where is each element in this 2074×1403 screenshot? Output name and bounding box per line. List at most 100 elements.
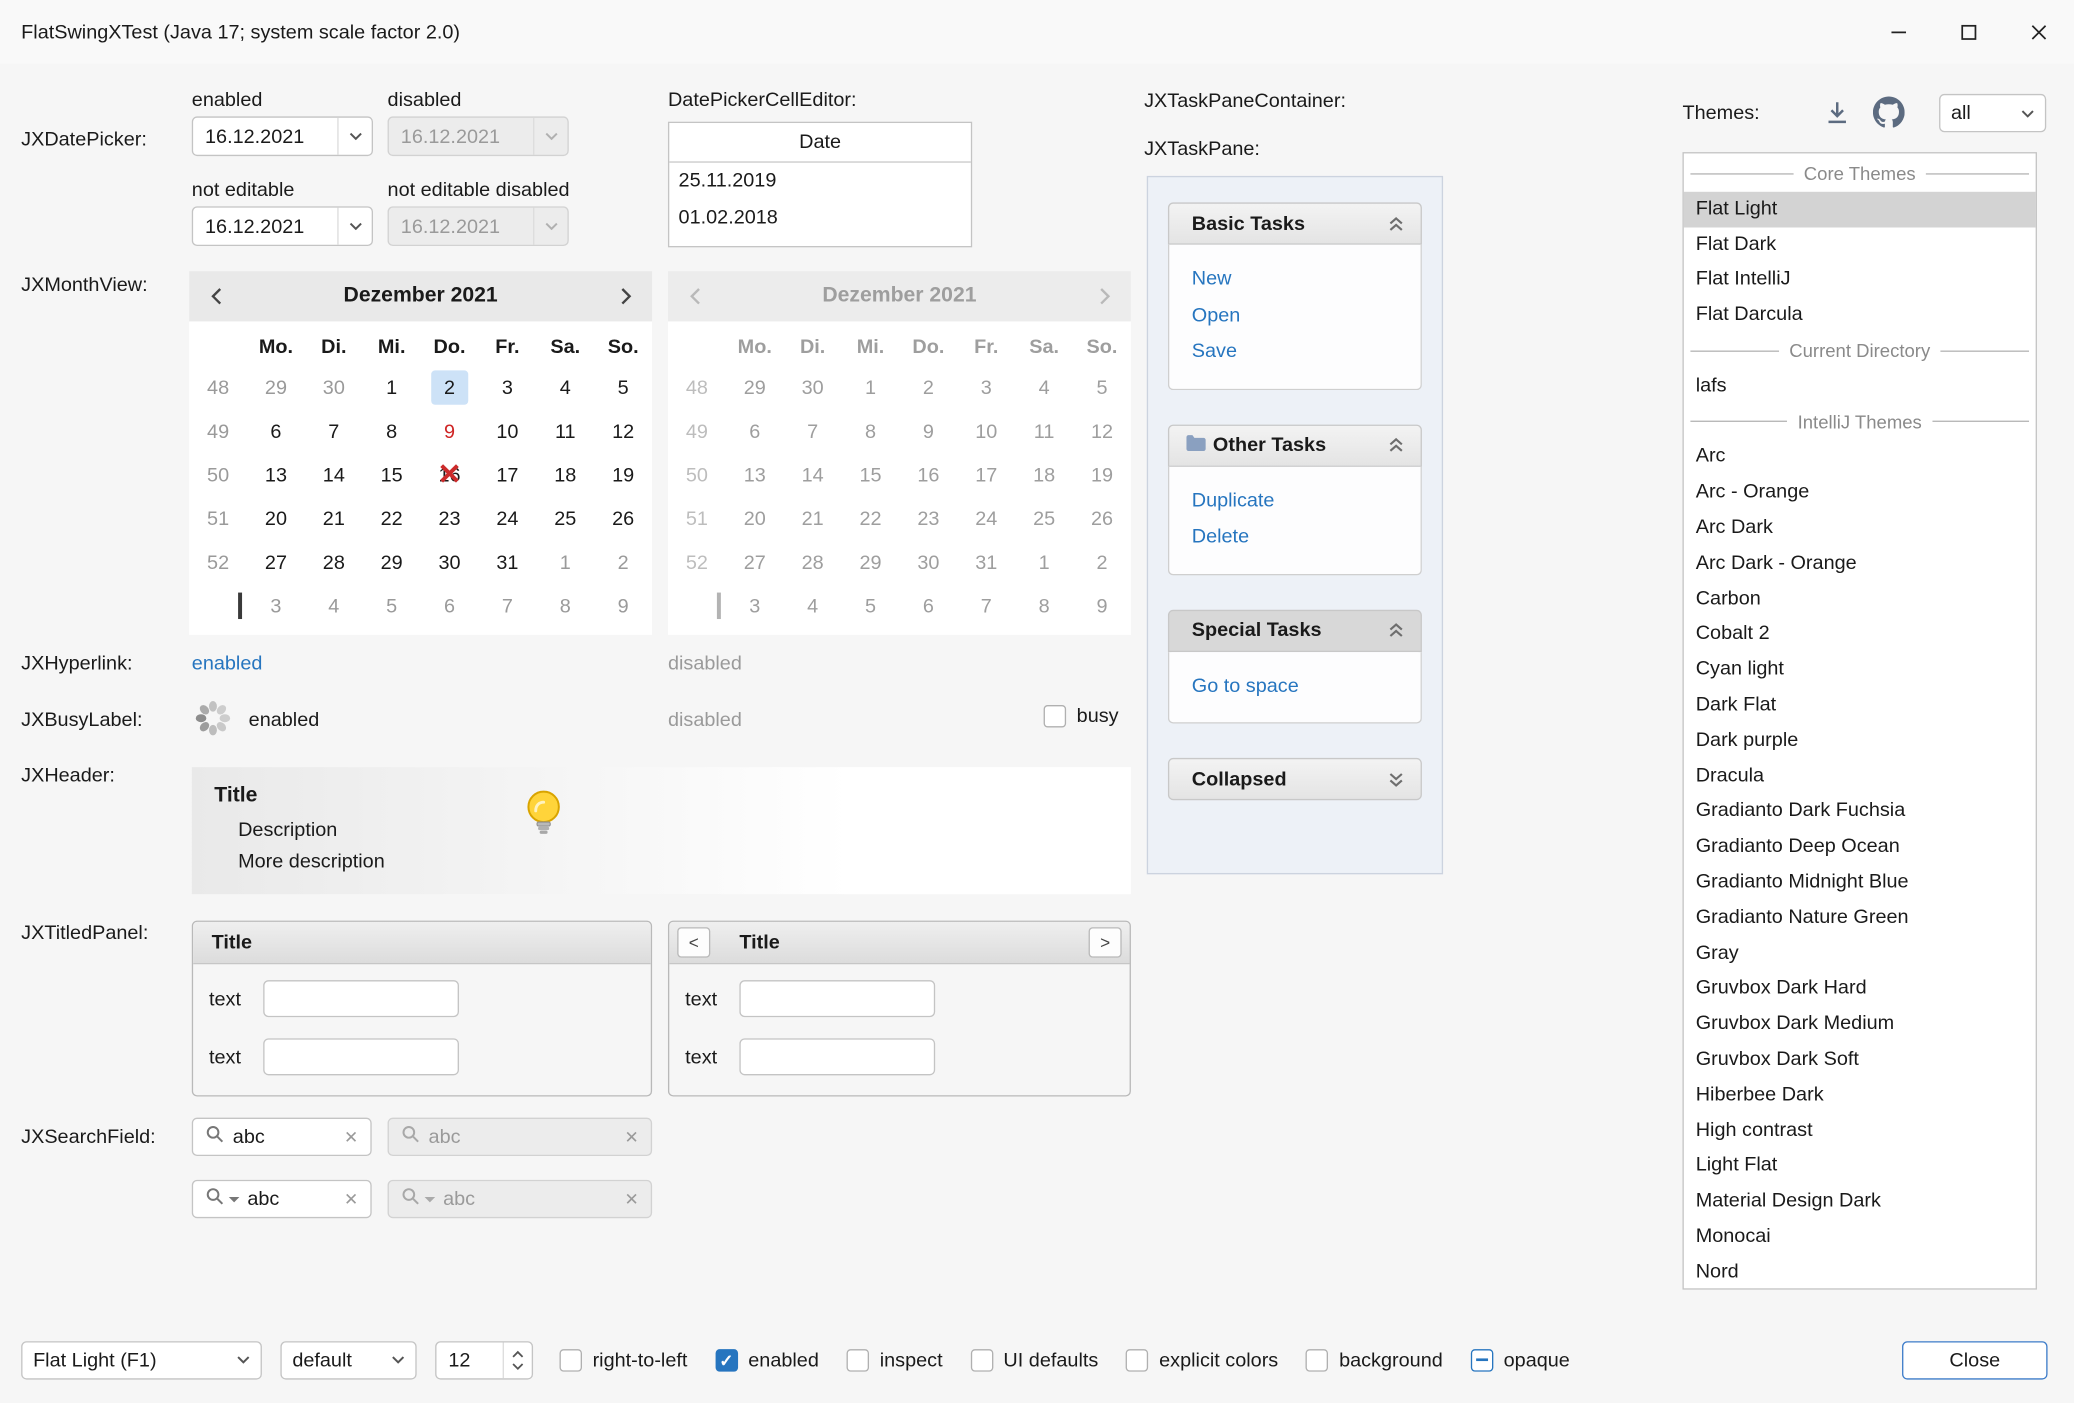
- theme-list-item[interactable]: Dracula: [1684, 759, 2036, 794]
- search-field-enabled[interactable]: ✕: [192, 1118, 372, 1156]
- calendar-day[interactable]: 15: [363, 454, 421, 498]
- theme-list-item[interactable]: Gradianto Nature Green: [1684, 900, 2036, 935]
- theme-list-item[interactable]: Carbon: [1684, 581, 2036, 616]
- calendar-day[interactable]: 16: [421, 454, 479, 498]
- maximize-icon[interactable]: [1934, 0, 2004, 63]
- calendar-day[interactable]: 8: [536, 585, 594, 629]
- checkbox-box[interactable]: [1471, 1348, 1493, 1370]
- task-link[interactable]: Duplicate: [1169, 482, 1420, 518]
- checkbox-explicit-colors[interactable]: explicit colors: [1126, 1348, 1278, 1370]
- calendar-day[interactable]: 11: [536, 410, 594, 454]
- checkbox-box[interactable]: [1126, 1348, 1148, 1370]
- calendar-day[interactable]: 18: [536, 454, 594, 498]
- theme-list-item[interactable]: Cyan light: [1684, 652, 2036, 687]
- calendar-day[interactable]: 17: [478, 454, 536, 498]
- theme-list-item[interactable]: Flat IntelliJ: [1684, 262, 2036, 297]
- chevron-double-down-icon[interactable]: [1388, 770, 1405, 787]
- calendar-day[interactable]: 9: [421, 410, 479, 454]
- calendar-day[interactable]: 3: [247, 585, 305, 629]
- close-icon[interactable]: [2004, 0, 2074, 63]
- theme-list-item[interactable]: Cobalt 2: [1684, 617, 2036, 652]
- checkbox-box[interactable]: [847, 1348, 869, 1370]
- checkbox-box[interactable]: [1044, 705, 1066, 727]
- checkbox-opaque[interactable]: opaque: [1471, 1348, 1570, 1370]
- chevron-double-up-icon[interactable]: [1388, 436, 1405, 453]
- calendar-day[interactable]: 5: [594, 366, 652, 410]
- theme-list-item[interactable]: Arc: [1684, 440, 2036, 475]
- calendar-day[interactable]: 30: [305, 366, 363, 410]
- prev-month-icon[interactable]: [189, 271, 242, 321]
- calendar-day[interactable]: 7: [478, 585, 536, 629]
- task-link[interactable]: Delete: [1169, 518, 1420, 554]
- theme-list-item[interactable]: Gray: [1684, 936, 2036, 971]
- theme-list-item[interactable]: Gruvbox Dark Hard: [1684, 971, 2036, 1006]
- theme-list-item[interactable]: Gruvbox Dark Soft: [1684, 1042, 2036, 1077]
- calendar-day[interactable]: 1: [536, 541, 594, 585]
- download-icon[interactable]: [1823, 98, 1852, 127]
- theme-list-item[interactable]: Gradianto Midnight Blue: [1684, 865, 2036, 900]
- checkbox-box[interactable]: [1306, 1348, 1328, 1370]
- font-size-spinner[interactable]: 12: [435, 1341, 533, 1379]
- calendar-day[interactable]: 29: [363, 541, 421, 585]
- checkbox-right-to-left[interactable]: right-to-left: [560, 1348, 688, 1370]
- theme-list-item[interactable]: Material Design Dark: [1684, 1184, 2036, 1219]
- calendar-day[interactable]: 14: [305, 454, 363, 498]
- calendar-day[interactable]: 12: [594, 410, 652, 454]
- calendar-day[interactable]: 5: [363, 585, 421, 629]
- minimize-icon[interactable]: [1864, 0, 1934, 63]
- chevron-down-icon[interactable]: [337, 208, 371, 245]
- text-input[interactable]: [263, 1038, 459, 1075]
- calendar-day[interactable]: 20: [247, 497, 305, 541]
- theme-list-item[interactable]: Gruvbox Dark Medium: [1684, 1007, 2036, 1042]
- search-menu-icon[interactable]: [205, 1186, 225, 1211]
- calendar-day[interactable]: 21: [305, 497, 363, 541]
- github-icon[interactable]: [1873, 97, 1905, 129]
- next-month-icon[interactable]: [599, 271, 652, 321]
- hyperlink-enabled[interactable]: enabled: [192, 652, 263, 674]
- task-link[interactable]: Save: [1169, 333, 1420, 369]
- theme-list-item[interactable]: Dark Flat: [1684, 688, 2036, 723]
- calendar-day[interactable]: 7: [305, 410, 363, 454]
- checkbox-background[interactable]: background: [1306, 1348, 1443, 1370]
- calendar-day[interactable]: 13: [247, 454, 305, 498]
- font-combobox[interactable]: default: [280, 1341, 416, 1379]
- calendar-day[interactable]: 4: [305, 585, 363, 629]
- chevron-down-icon[interactable]: [229, 1196, 240, 1201]
- checkbox-box[interactable]: [560, 1348, 582, 1370]
- calendar-day[interactable]: 29: [247, 366, 305, 410]
- calendar-day[interactable]: 8: [363, 410, 421, 454]
- task-link[interactable]: Open: [1169, 297, 1420, 333]
- checkbox-inspect[interactable]: inspect: [847, 1348, 943, 1370]
- text-input[interactable]: [739, 1038, 935, 1075]
- chevron-double-up-icon[interactable]: [1388, 622, 1405, 639]
- checkbox-enabled[interactable]: enabled: [715, 1348, 819, 1370]
- task-pane-header[interactable]: Special Tasks: [1168, 609, 1422, 651]
- calendar-day[interactable]: 2: [421, 366, 479, 410]
- table-row[interactable]: 25.11.2019: [669, 163, 971, 200]
- theme-list-item[interactable]: Flat Light: [1684, 192, 2036, 227]
- theme-list-item[interactable]: Flat Darcula: [1684, 298, 2036, 333]
- theme-list-item[interactable]: Nord: [1684, 1255, 2036, 1290]
- chevron-down-icon[interactable]: [337, 118, 371, 155]
- themes-list[interactable]: Core ThemesFlat LightFlat DarkFlat Intel…: [1682, 152, 2036, 1290]
- theme-list-item[interactable]: Dark purple: [1684, 723, 2036, 758]
- checkbox-ui-defaults[interactable]: UI defaults: [970, 1348, 1098, 1370]
- checkbox-busy[interactable]: busy: [1044, 705, 1119, 727]
- calendar-day[interactable]: 3: [478, 366, 536, 410]
- task-pane-header[interactable]: Basic Tasks: [1168, 202, 1422, 244]
- calendar-day[interactable]: 24: [478, 497, 536, 541]
- theme-list-item[interactable]: lafs: [1684, 369, 2036, 404]
- text-input[interactable]: [739, 980, 935, 1017]
- calendar-day[interactable]: 23: [421, 497, 479, 541]
- theme-list-item[interactable]: Monocai: [1684, 1219, 2036, 1254]
- theme-list-item[interactable]: High contrast: [1684, 1113, 2036, 1148]
- task-pane-header[interactable]: Other Tasks: [1168, 424, 1422, 466]
- checkbox-box[interactable]: [970, 1348, 992, 1370]
- theme-list-item[interactable]: Arc - Orange: [1684, 475, 2036, 510]
- clear-icon[interactable]: ✕: [344, 1188, 358, 1209]
- themes-filter-combobox[interactable]: all: [1939, 94, 2046, 132]
- clear-icon[interactable]: ✕: [344, 1126, 358, 1147]
- chevron-double-up-icon[interactable]: [1388, 215, 1405, 232]
- table-row[interactable]: 01.02.2018: [669, 200, 971, 237]
- calendar-day[interactable]: 6: [421, 585, 479, 629]
